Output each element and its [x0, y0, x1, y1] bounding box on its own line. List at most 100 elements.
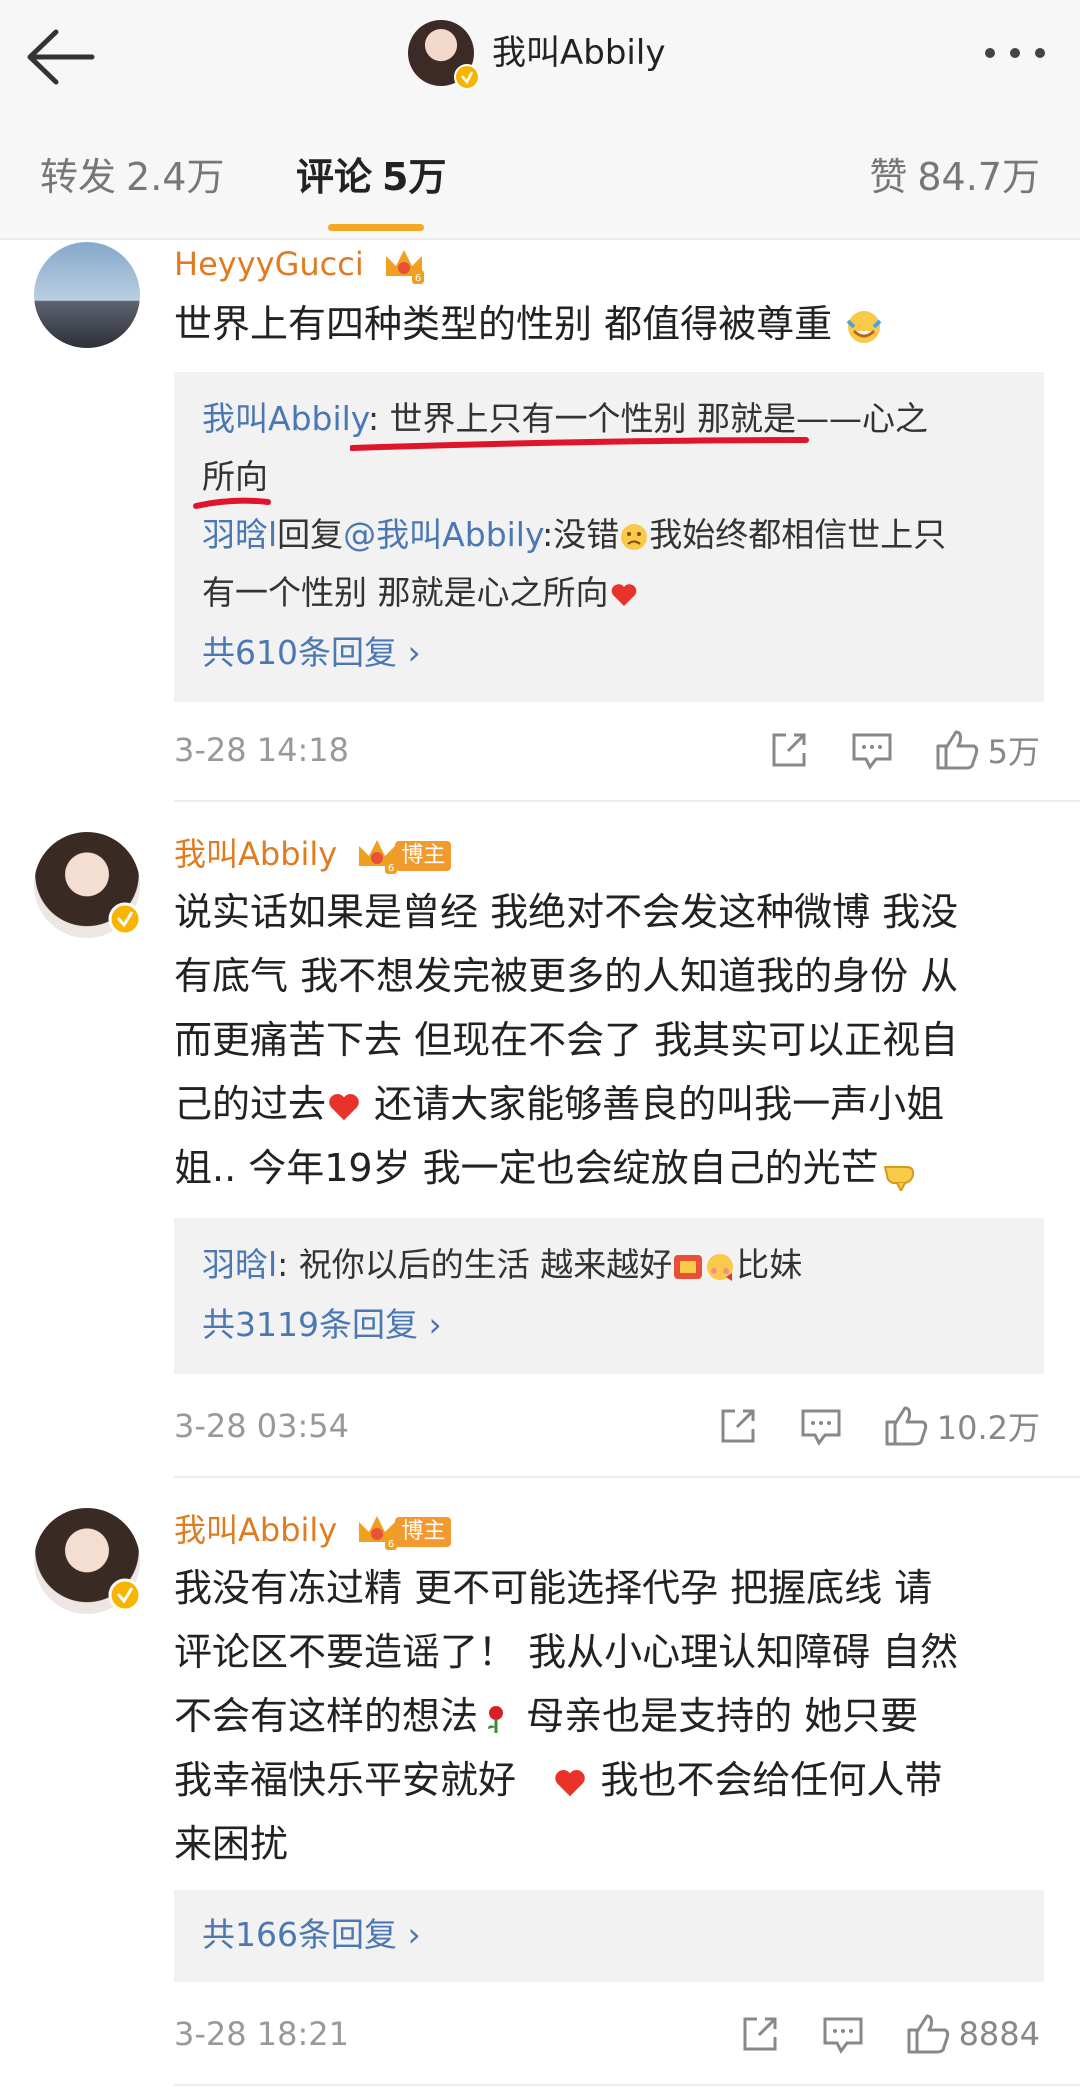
comment-icon	[823, 2017, 863, 2054]
crown-level-badge-icon: 6	[359, 840, 398, 874]
comment-text: 说实话如果是曾经 我绝对不会发这种微博 我没 有底气 我不想发完被更多的人知道我…	[174, 880, 1054, 1200]
avatar[interactable]	[34, 1508, 142, 1614]
tab-repost-count: 2.4万	[126, 155, 225, 199]
comment-text-line: 母亲也是支持的 她只要	[514, 1694, 919, 1738]
view-more-replies-link[interactable]: 共166条回复 ›	[202, 1906, 1020, 1964]
svg-text:6: 6	[388, 863, 394, 874]
avatar[interactable]	[34, 832, 142, 938]
thumbs-up-icon	[936, 730, 978, 770]
reply-line: 羽晗l: 祝你以后的生活 越来越好 比妹	[202, 1236, 1020, 1294]
comment-divider	[174, 1476, 1080, 1478]
reply-separator: :	[277, 1245, 299, 1284]
comment-timestamp: 3-28 18:21	[174, 2015, 350, 2053]
top-bar: 我叫Abbily	[0, 0, 1080, 112]
comment-text-line: 我没有冻过精 更不可能选择代孕 把握底线 请	[174, 1566, 933, 1610]
zan-sticker-icon	[674, 1254, 703, 1279]
share-icon	[743, 2017, 777, 2051]
reply-text-cont: 我始终都相信世上只	[649, 515, 947, 554]
tab-comments-count: 5万	[382, 155, 447, 199]
like-button[interactable]: 10.2万	[883, 1403, 1040, 1449]
view-more-replies-link[interactable]: 共610条回复 ›	[202, 624, 1020, 682]
comment-divider	[174, 800, 1080, 802]
active-tab-indicator	[328, 224, 424, 231]
tab-repost-label: 转发	[40, 155, 117, 199]
tab-comments-label: 评论	[296, 155, 373, 199]
comment-text-line: 姐.. 今年19岁 我一定也会绽放自己的光芒	[174, 1146, 879, 1190]
verified-badge-icon	[454, 64, 480, 90]
comment-actions: 10.2万	[677, 1402, 1040, 1450]
reply-text: 世界上只有一个性别 那就是——心之	[389, 399, 929, 438]
comment-item: 我叫Abbily 6 博主 我没有冻过精 更不可能选择代孕 把握底线 请 评论区不…	[0, 1508, 1080, 2093]
share-icon	[721, 1409, 755, 1443]
reply-box[interactable]: 羽晗l: 祝你以后的生活 越来越好 比妹 共3119条回复 ›	[174, 1218, 1044, 1374]
rose-emoji-icon	[488, 1705, 504, 1733]
comment-text-line: 说实话如果是曾经 我绝对不会发这种微博 我没	[174, 890, 959, 934]
tab-comments[interactable]: 评论 5万	[296, 152, 446, 202]
reply-text-cont: 所向	[202, 457, 268, 496]
comment-text-line: 还请大家能够善良的叫我一声小姐	[362, 1082, 945, 1126]
verified-badge-icon	[108, 1578, 142, 1612]
reply-mention[interactable]: @我叫Abbily	[343, 515, 542, 554]
comment-icon	[852, 733, 892, 770]
comment-item: HeyyyGucci 6 世界上有四种类型的性别 都值得被尊重 我叫Abbily…	[0, 242, 1080, 802]
like-button[interactable]: 5万	[934, 727, 1040, 773]
view-more-replies-link[interactable]: 共3119条回复 ›	[202, 1296, 1020, 1354]
reply-text-cont: 比妹	[736, 1245, 803, 1284]
comment-text-line: 不会有这样的想法	[174, 1694, 479, 1738]
comment-text-line: 己的过去	[174, 1082, 327, 1126]
reply-button[interactable]	[799, 1405, 843, 1447]
thumbs-up-icon	[885, 1406, 927, 1446]
comment-actions: 5万	[728, 726, 1040, 774]
tab-bar: 转发 2.4万 评论 5万 赞 84.7万	[0, 112, 1080, 240]
red-underline-annotation	[350, 437, 809, 451]
comment-text: 世界上有四种类型的性别 都值得被尊重	[174, 292, 1054, 356]
crown-level-badge-icon: 6	[359, 1516, 398, 1550]
comment-icon	[801, 1409, 841, 1446]
comment-username-text: 我叫Abbily	[174, 1511, 338, 1549]
sad-face-emoji-icon	[621, 523, 648, 550]
share-button[interactable]	[768, 729, 810, 771]
header-avatar[interactable]	[408, 20, 480, 90]
tab-likes-label: 赞	[869, 155, 908, 199]
reply-author[interactable]: 我叫Abbily	[202, 399, 368, 438]
like-button[interactable]: 8884	[905, 2012, 1040, 2056]
reply-text: 祝你以后的生活 越来越好	[298, 1245, 673, 1284]
red-heart-icon	[611, 583, 636, 606]
reply-button[interactable]	[850, 729, 894, 771]
comment-text-line: 评论区不要造谣了！ 我从小心理认知障碍 自然	[174, 1630, 959, 1674]
comment-actions: 8884	[699, 2010, 1040, 2058]
reply-button[interactable]	[821, 2013, 865, 2055]
reply-box[interactable]: 我叫Abbily: 世界上只有一个性别 那就是——心之 所向 羽晗l回复@我叫Ab…	[174, 372, 1044, 702]
share-button[interactable]	[739, 2013, 781, 2055]
share-icon	[772, 733, 806, 767]
back-arrow-icon[interactable]	[22, 22, 102, 92]
svg-text:6: 6	[388, 1539, 394, 1550]
share-button[interactable]	[717, 1405, 759, 1447]
comment-text-line: 我也不会给任何人带	[588, 1758, 943, 1802]
comment-username[interactable]: 我叫Abbily 6 博主	[174, 1508, 452, 1552]
thumbs-up-icon	[907, 2014, 949, 2054]
comment-timestamp: 3-28 03:54	[174, 1407, 350, 1445]
pointing-hand-emoji-icon	[883, 1165, 914, 1191]
comment-text-line: 来困扰	[174, 1822, 289, 1866]
comment-timestamp: 3-28 14:18	[174, 731, 350, 769]
reply-verb: 回复	[277, 515, 344, 554]
reply-author[interactable]: 羽晗l	[202, 515, 277, 554]
blogger-tag-badge: 博主	[395, 841, 452, 871]
reply-line: 我叫Abbily: 世界上只有一个性别 那就是——心之 所向	[193, 390, 1020, 509]
comment-username[interactable]: HeyyyGucci 6	[174, 242, 426, 286]
comment-text: 我没有冻过精 更不可能选择代孕 把握底线 请 评论区不要造谣了！ 我从小心理认知…	[174, 1556, 1054, 1876]
comment-divider	[174, 2084, 1080, 2086]
page-title: 我叫Abbily	[492, 33, 666, 73]
comment-username-text: HeyyyGucci	[174, 245, 364, 283]
comment-username[interactable]: 我叫Abbily 6 博主	[174, 832, 452, 876]
tab-likes[interactable]: 赞 84.7万	[869, 152, 1040, 202]
avatar[interactable]	[34, 242, 140, 348]
more-options-icon[interactable]	[980, 38, 1050, 68]
reply-box[interactable]: 共166条回复 ›	[174, 1890, 1044, 1982]
blogger-tag-badge: 博主	[395, 1517, 452, 1547]
reply-author[interactable]: 羽晗l	[202, 1245, 277, 1284]
tab-repost[interactable]: 转发 2.4万	[40, 152, 224, 202]
tab-likes-count: 84.7万	[917, 155, 1040, 199]
comment-text-line: 有底气 我不想发完被更多的人知道我的身份 从	[174, 954, 959, 998]
